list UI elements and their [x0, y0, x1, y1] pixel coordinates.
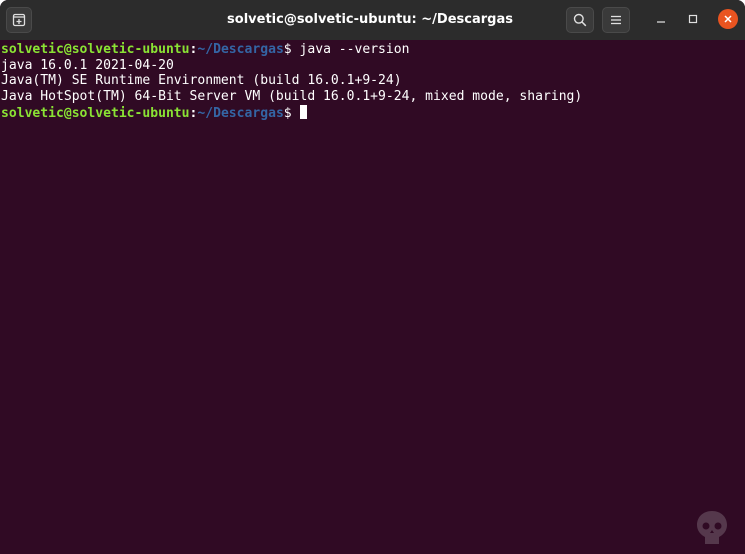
prompt-user-host: solvetic@solvetic-ubuntu [1, 42, 190, 57]
close-button[interactable] [718, 9, 738, 29]
close-icon [724, 15, 732, 23]
active-prompt-line: solvetic@solvetic-ubuntu:~/Descargas$ [0, 104, 745, 121]
command-text: java --version [291, 42, 410, 57]
hamburger-menu-icon [611, 15, 621, 25]
prompt-user-host: solvetic@solvetic-ubuntu [1, 105, 190, 121]
prompt-path: ~/Descargas [197, 42, 284, 57]
prompt-symbol: $ [283, 42, 292, 57]
terminal-window: solvetic@solvetic-ubuntu: ~/Descargas so… [0, 0, 745, 554]
search-button[interactable] [566, 7, 594, 33]
menu-button[interactable] [602, 7, 630, 33]
title-bar: solvetic@solvetic-ubuntu: ~/Descargas [0, 0, 745, 40]
output-line: Java(TM) SE Runtime Environment (build 1… [1, 73, 402, 89]
command-line: solvetic@solvetic-ubuntu:~/Descargas$ ja… [0, 42, 745, 58]
new-tab-button[interactable] [6, 7, 32, 33]
new-tab-icon [12, 13, 26, 27]
prompt-path: ~/Descargas [197, 105, 284, 121]
watermark-logo-icon [697, 511, 727, 544]
text-cursor [299, 104, 307, 119]
window-title: solvetic@solvetic-ubuntu: ~/Descargas [227, 12, 513, 27]
maximize-icon [688, 14, 698, 24]
output-line: java 16.0.1 2021-04-20 [1, 57, 174, 73]
output-line: Java HotSpot(TM) 64-Bit Server VM (build… [1, 89, 583, 105]
maximize-button[interactable] [682, 8, 704, 30]
prompt-symbol: $ [283, 105, 300, 121]
search-icon [573, 13, 587, 27]
terminal-output-area[interactable]: solvetic@solvetic-ubuntu:~/Descargas$ ja… [0, 42, 745, 554]
minimize-button[interactable] [650, 8, 672, 30]
minimize-icon [657, 21, 665, 23]
